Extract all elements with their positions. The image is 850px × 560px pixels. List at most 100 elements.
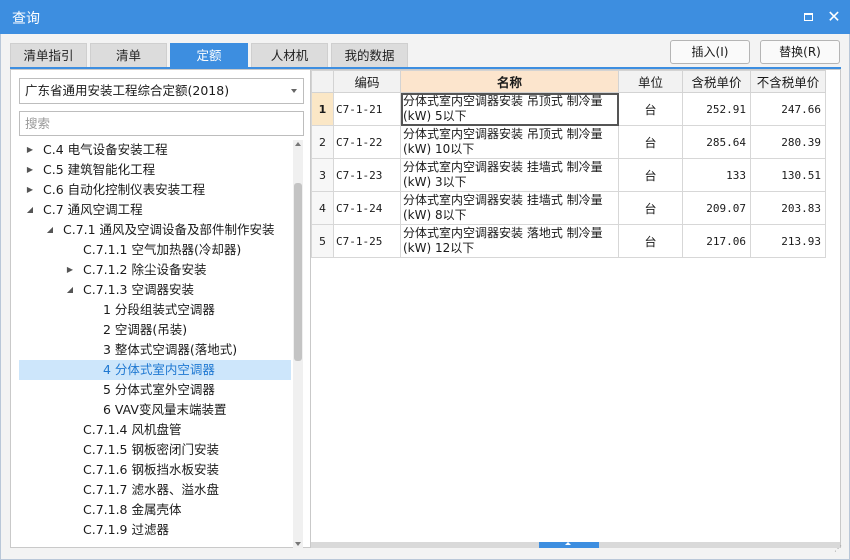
expanded-arrow-icon[interactable]: ◢: [45, 220, 55, 240]
code-cell[interactable]: C7-1-24: [333, 191, 401, 225]
resize-grip-icon[interactable]: ⋰: [834, 545, 848, 558]
row-number[interactable]: 1: [311, 92, 334, 126]
tree-node[interactable]: C.7.1.1 空气加热器(冷却器): [11, 240, 291, 260]
table-row[interactable]: 5 C7-1-25 分体式室内空调器安装 落地式 制冷量(kW) 12以下台 217.…: [311, 224, 826, 258]
tree-node[interactable]: C.7.1.6 钢板挡水板安装: [11, 460, 291, 480]
row-number[interactable]: 5: [311, 224, 334, 258]
table-row[interactable]: 2 C7-1-22 分体式室内空调器安装 吊顶式 制冷量(kW) 10以下台 285.…: [311, 125, 826, 159]
row-number[interactable]: 3: [311, 158, 334, 192]
tree-node[interactable]: ▶ C.6 自动化控制仪表安装工程: [11, 180, 291, 200]
header-price-notax[interactable]: 不含税单价: [750, 70, 826, 93]
tree-node[interactable]: 6 VAV变风量末端装置: [11, 400, 291, 420]
expanded-arrow-icon[interactable]: ◢: [65, 280, 75, 300]
tab-list-guide[interactable]: 清单指引: [10, 43, 87, 68]
unit-cell[interactable]: 台: [618, 92, 683, 126]
unit-cell[interactable]: 台: [618, 191, 683, 225]
tree-node[interactable]: ▶ C.5 建筑智能化工程: [11, 160, 291, 180]
tree-node[interactable]: 1 分段组装式空调器: [11, 300, 291, 320]
insert-button[interactable]: 插入(I): [670, 40, 750, 64]
tree-node[interactable]: C.7.1.9 过滤器: [11, 520, 291, 540]
header-unit[interactable]: 单位: [618, 70, 683, 93]
collapsed-arrow-icon[interactable]: ▶: [25, 160, 35, 180]
header-name[interactable]: 名称: [400, 70, 619, 93]
price-tax-cell[interactable]: 217.06: [682, 224, 751, 258]
tree-node[interactable]: C.7.1.7 滤水器、溢水盘: [11, 480, 291, 500]
tree-node[interactable]: ◢ C.7.1.3 空调器安装: [11, 280, 291, 300]
library-select-value: 广东省通用安装工程综合定额(2018): [25, 83, 230, 98]
scroll-up-icon[interactable]: [295, 142, 301, 146]
tree-node-label: 3 整体式空调器(落地式): [103, 342, 238, 357]
tree-node[interactable]: 2 空调器(吊装): [11, 320, 291, 340]
price-tax-cell[interactable]: 133: [682, 158, 751, 192]
tree-node[interactable]: C.7.1.4 风机盘管: [11, 420, 291, 440]
name-cell[interactable]: 分体式室内空调器安装 吊顶式 制冷量(kW) 10以下: [400, 125, 619, 159]
expanded-arrow-icon[interactable]: ◢: [25, 200, 35, 220]
chevron-down-icon: [291, 89, 297, 93]
collapsed-arrow-icon[interactable]: ▶: [65, 260, 75, 280]
row-number[interactable]: 4: [311, 191, 334, 225]
tree-node[interactable]: ▶ C.4 电气设备安装工程: [11, 140, 291, 160]
search-input[interactable]: [19, 111, 304, 136]
header-price-tax[interactable]: 含税单价: [682, 70, 751, 93]
price-notax-cell[interactable]: 130.51: [750, 158, 826, 192]
tree-node-label: C.7.1.4 风机盘管: [83, 422, 182, 437]
tab-list[interactable]: 清单: [90, 43, 167, 68]
close-icon[interactable]: ✕: [826, 9, 842, 25]
price-notax-cell[interactable]: 280.39: [750, 125, 826, 159]
collapse-handle[interactable]: [539, 542, 599, 548]
code-cell[interactable]: C7-1-21: [333, 92, 401, 126]
tree-node-selected[interactable]: 4 分体式室内空调器: [19, 360, 291, 380]
tree-node-label: C.6 自动化控制仪表安装工程: [43, 182, 206, 197]
collapsed-arrow-icon[interactable]: ▶: [25, 180, 35, 200]
table-row[interactable]: 4 C7-1-24 分体式室内空调器安装 挂墙式 制冷量(kW) 8以下台 209.0…: [311, 191, 826, 225]
code-cell[interactable]: C7-1-22: [333, 125, 401, 159]
tab-my-data[interactable]: 我的数据: [331, 43, 408, 68]
tree-node-label: 5 分体式室外空调器: [103, 382, 215, 397]
price-notax-cell[interactable]: 213.93: [750, 224, 826, 258]
tree-node-label: C.7 通风空调工程: [43, 202, 143, 217]
left-panel: 广东省通用安装工程综合定额(2018) ▶ C.4 电气设备安装工程 ▶ C.5 建筑…: [10, 69, 311, 548]
category-tree: ▶ C.4 电气设备安装工程 ▶ C.5 建筑智能化工程 ▶ C.6 自动化控制仪表安装工…: [11, 140, 291, 548]
unit-cell[interactable]: 台: [618, 224, 683, 258]
collapsed-arrow-icon[interactable]: ▶: [25, 140, 35, 160]
tree-node[interactable]: 3 整体式空调器(落地式): [11, 340, 291, 360]
price-tax-cell[interactable]: 252.91: [682, 92, 751, 126]
row-number[interactable]: 2: [311, 125, 334, 159]
tree-node[interactable]: ◢ C.7 通风空调工程: [11, 200, 291, 220]
unit-cell[interactable]: 台: [618, 125, 683, 159]
tree-node-label: 6 VAV变风量末端装置: [103, 402, 227, 417]
table-row[interactable]: 1 C7-1-21 分体式室内空调器安装 吊顶式 制冷量(kW) 5以下台 252.9…: [311, 92, 826, 126]
table-row[interactable]: 3 C7-1-23 分体式室内空调器安装 挂墙式 制冷量(kW) 3以下台 133 13…: [311, 158, 826, 192]
tree-node[interactable]: ▶ C.7.1.2 除尘设备安装: [11, 260, 291, 280]
tree-node[interactable]: 5 分体式室外空调器: [11, 380, 291, 400]
header-code[interactable]: 编码: [333, 70, 401, 93]
tree-scrollbar[interactable]: [293, 140, 303, 548]
scroll-down-icon[interactable]: [295, 542, 301, 546]
title-bar: 查询 ✕: [0, 0, 850, 34]
tree-node[interactable]: C.7.1.8 金属壳体: [11, 500, 291, 520]
replace-button[interactable]: 替换(R): [760, 40, 840, 64]
name-cell[interactable]: 分体式室内空调器安装 落地式 制冷量(kW) 12以下: [400, 224, 619, 258]
tree-node-label: 4 分体式室内空调器: [103, 362, 215, 377]
restore-icon[interactable]: [800, 9, 816, 25]
name-cell[interactable]: 分体式室内空调器安装 挂墙式 制冷量(kW) 3以下: [400, 158, 619, 192]
tab-labor-materials[interactable]: 人材机: [251, 43, 328, 68]
unit-cell[interactable]: 台: [618, 158, 683, 192]
table-scrollbar[interactable]: [311, 542, 840, 548]
tab-quota[interactable]: 定额: [170, 43, 248, 68]
tree-node-label: C.5 建筑智能化工程: [43, 162, 156, 177]
header-rowno: [311, 70, 334, 93]
tree-node[interactable]: C.7.1.5 钢板密闭门安装: [11, 440, 291, 460]
tree-node[interactable]: ◢ C.7.1 通风及空调设备及部件制作安装: [11, 220, 291, 240]
price-tax-cell[interactable]: 285.64: [682, 125, 751, 159]
code-cell[interactable]: C7-1-23: [333, 158, 401, 192]
price-notax-cell[interactable]: 247.66: [750, 92, 826, 126]
name-cell[interactable]: 分体式室内空调器安装 挂墙式 制冷量(kW) 8以下: [400, 191, 619, 225]
price-tax-cell[interactable]: 209.07: [682, 191, 751, 225]
code-cell[interactable]: C7-1-25: [333, 224, 401, 258]
scrollbar-thumb[interactable]: [294, 183, 302, 361]
library-select[interactable]: 广东省通用安装工程综合定额(2018): [19, 78, 304, 104]
name-cell[interactable]: 分体式室内空调器安装 吊顶式 制冷量(kW) 5以下: [400, 92, 619, 126]
tree-node-label: C.7.1.3 空调器安装: [83, 282, 194, 297]
price-notax-cell[interactable]: 203.83: [750, 191, 826, 225]
